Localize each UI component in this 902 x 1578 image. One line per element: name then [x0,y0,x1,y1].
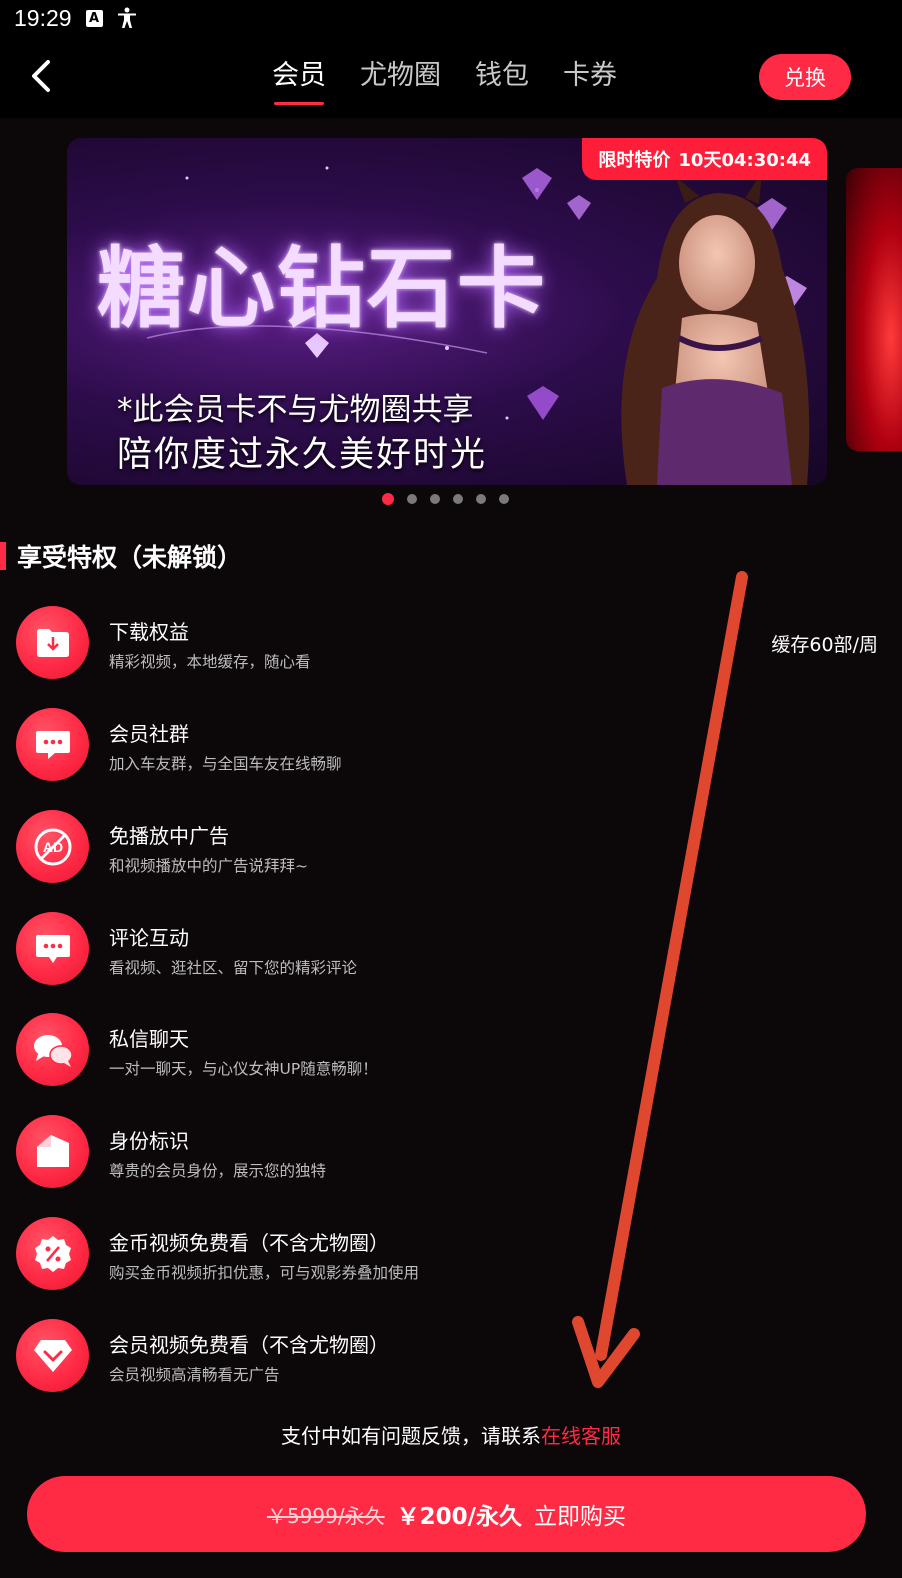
online-support-link[interactable]: 在线客服 [541,1424,621,1448]
perk-desc: 会员视频高清畅看无广告 [109,1366,280,1384]
redeem-button[interactable]: 兑换 [759,54,851,100]
perk-title: 私信聊天 [109,1027,189,1051]
banner-card-diamond[interactable]: 糖心钻石卡 *此会员卡不与尤物圈共享 陪你度过永久美好时光 限时特价 10天04… [67,138,827,485]
buy-action-label: 立即购买 [534,1504,627,1530]
perk-item-member-video: 会员视频免费看（不含尤物圈） 会员视频高清畅看无广告 [16,1319,896,1395]
carousel-indicator [382,493,509,505]
a-notification-icon: A [85,9,103,27]
perk-title: 免播放中广告 [109,824,229,848]
banner-model-image [621,172,810,485]
promo-countdown: 10天04:30:44 [678,150,811,171]
perk-item-community: 会员社群 加入车友群，与全国车友在线畅聊 [16,708,896,784]
svg-text:AD: AD [42,839,62,855]
tab-membership[interactable]: 会员 [272,58,326,105]
carousel-dot-1[interactable] [382,493,394,505]
status-bar: 19:29 A [0,0,902,36]
perk-desc: 一对一聊天，与心仪女神UP随意畅聊！ [109,1060,378,1078]
perk-item-comments: 评论互动 看视频、逛社区、留下您的精彩评论 [16,912,896,988]
tab-wallet[interactable]: 钱包 [475,58,529,102]
next-banner-preview[interactable] [846,168,902,451]
sale-price: ￥200/永久 [396,1504,523,1530]
badge-tag-icon [16,1115,89,1188]
carousel-dot-4[interactable] [453,494,463,504]
carousel-dot-5[interactable] [476,494,486,504]
perk-title: 会员视频免费看（不含尤物圈） [109,1333,389,1357]
tab-coupons[interactable]: 卡券 [563,58,617,102]
tab-youwuquan[interactable]: 尤物圈 [360,58,441,102]
buy-now-button[interactable]: ￥5999/永久 ￥200/永久 立即购买 [27,1476,866,1552]
perk-extra-info: 缓存60部/周 [771,634,878,656]
no-ad-icon: AD [16,810,89,883]
status-time: 19:29 [14,4,72,31]
perk-item-identity: 身份标识 尊贵的会员身份，展示您的独特 [16,1115,896,1191]
perk-title: 身份标识 [109,1129,189,1153]
perk-desc: 看视频、逛社区、留下您的精彩评论 [109,959,358,977]
section-accent-bar [0,542,6,570]
carousel-dot-2[interactable] [407,494,417,504]
perk-item-private-message: 私信聊天 一对一聊天，与心仪女神UP随意畅聊！ [16,1013,896,1089]
perk-item-download: 下载权益 精彩视频，本地缓存，随心看 缓存60部/周 [16,606,896,682]
banner-slogan: 陪你度过永久美好时光 [117,435,488,475]
perk-desc: 加入车友群，与全国车友在线畅聊 [109,755,342,773]
privileges-section-title: 享受特权（未解锁） [0,538,242,574]
perk-item-no-ads: AD 免播放中广告 和视频播放中的广告说拜拜~ [16,810,896,886]
limited-offer-tag: 限时特价 10天04:30:44 [582,138,827,180]
perk-desc: 精彩视频，本地缓存，随心看 [109,653,311,671]
accessibility-icon [117,7,136,28]
tab-bar: 会员 尤物圈 钱包 卡券 [272,58,617,105]
section-title-text: 享受特权（未解锁） [17,543,243,572]
carousel-dot-6[interactable] [499,494,509,504]
perk-title: 下载权益 [109,620,189,644]
original-price: ￥5999/永久 [266,1503,385,1528]
banner-note: *此会员卡不与尤物圈共享 [117,392,474,428]
banner-carousel[interactable]: 糖心钻石卡 *此会员卡不与尤物圈共享 陪你度过永久美好时光 限时特价 10天04… [0,118,902,518]
comment-bubble-icon [16,912,89,985]
banner-title: 糖心钻石卡 [97,236,548,340]
diamond-icon [16,1319,89,1392]
private-chat-icon [16,1013,89,1086]
support-text: 支付中如有问题反馈，请联系 [281,1424,541,1448]
top-nav-bar: 会员 尤物圈 钱包 卡券 兑换 [0,36,902,118]
perk-title: 金币视频免费看（不含尤物圈） [109,1231,389,1255]
discount-icon [16,1217,89,1290]
promo-label: 限时特价 [598,150,671,171]
perk-desc: 购买金币视频折扣优惠，可与观影券叠加使用 [109,1264,420,1282]
perk-item-gold-video: 金币视频免费看（不含尤物圈） 购买金币视频折扣优惠，可与观影券叠加使用 [16,1217,896,1293]
support-notice: 支付中如有问题反馈，请联系在线客服 [0,1420,902,1449]
chat-bubble-icon [16,708,89,781]
download-folder-icon [16,606,89,679]
perk-title: 会员社群 [109,722,189,746]
back-arrow-icon[interactable] [22,56,62,96]
carousel-dot-3[interactable] [430,494,440,504]
perk-title: 评论互动 [109,926,189,950]
perk-desc: 和视频播放中的广告说拜拜~ [109,857,308,875]
perk-desc: 尊贵的会员身份，展示您的独特 [109,1162,327,1180]
